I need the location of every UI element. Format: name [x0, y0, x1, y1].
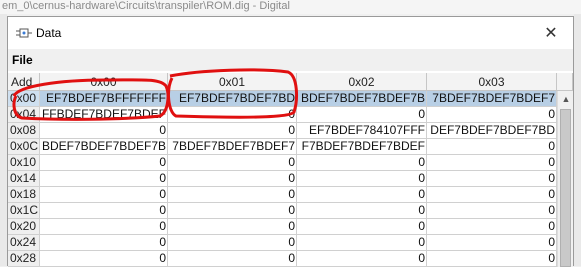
table-row[interactable]: 0x14 0 0 0 0 [8, 171, 557, 187]
row-address: 0x18 [8, 187, 40, 203]
data-cell[interactable]: BDEF7BDEF7BDEF7B [40, 139, 168, 155]
table-row[interactable]: 0x08 0 0 EF7BDEF784107FFF DEF7BDEF7BDEF7BD [8, 123, 557, 139]
data-cell[interactable]: 0 [40, 235, 168, 251]
row-address: 0x00 [8, 91, 40, 107]
data-cell[interactable]: 0 [168, 155, 297, 171]
column-header-corner [557, 73, 573, 91]
data-cell[interactable]: 0 [40, 155, 168, 171]
table-row[interactable]: 0x00 EF7BDEF7BFFFFFFF EF7BDEF7BDEF7BD BDEF7… [8, 91, 557, 107]
data-cell[interactable]: F7BDEF7BDEF7BDEF [297, 139, 427, 155]
window-title: Data [36, 26, 62, 40]
data-cell[interactable]: 0 [40, 251, 168, 267]
row-address: 0x0C [8, 139, 40, 155]
data-cell[interactable]: 0 [427, 155, 557, 171]
row-address: 0x24 [8, 235, 40, 251]
column-header-address[interactable]: Add [8, 73, 40, 91]
data-cell[interactable]: 0 [297, 203, 427, 219]
data-cell[interactable]: 0 [168, 171, 297, 187]
data-cell[interactable]: 0 [427, 203, 557, 219]
data-cell[interactable]: 0 [427, 107, 557, 123]
data-cell[interactable]: 0 [297, 171, 427, 187]
row-address: 0x1C [8, 203, 40, 219]
column-header-0x03[interactable]: 0x03 [427, 73, 557, 91]
table-row[interactable]: 0x20 0 0 0 0 [8, 219, 557, 235]
data-cell[interactable]: EF7BDEF7BDEF7BD [168, 91, 297, 107]
data-cell[interactable]: 0 [297, 155, 427, 171]
background-app-left-edge [0, 14, 7, 266]
data-cell[interactable]: 0 [40, 203, 168, 219]
row-address: 0x08 [8, 123, 40, 139]
row-address: 0x10 [8, 155, 40, 171]
data-cell[interactable]: EF7BDEF784107FFF [297, 123, 427, 139]
data-cell[interactable]: 0 [168, 203, 297, 219]
title-bar[interactable]: Data ✕ [8, 17, 573, 49]
table-row[interactable]: 0x04 FFBDEF7BDEF7BDEF 0 0 0 [8, 107, 557, 123]
close-button[interactable]: ✕ [529, 17, 573, 49]
data-cell[interactable]: 0 [168, 235, 297, 251]
scroll-up-arrow-icon[interactable]: ▲ [558, 91, 573, 107]
column-header-0x01[interactable]: 0x01 [168, 73, 297, 91]
data-cell[interactable]: 0 [40, 187, 168, 203]
scrollbar-thumb[interactable] [560, 109, 571, 267]
data-cell[interactable]: 7BDEF7BDEF7BDEF7 [427, 91, 557, 107]
table-row[interactable]: 0x0C BDEF7BDEF7BDEF7B 7BDEF7BDEF7BDEF7 F7BD… [8, 139, 557, 155]
data-cell[interactable]: 0 [297, 107, 427, 123]
data-cell[interactable]: 0 [168, 107, 297, 123]
data-table: Add 0x00 0x01 0x02 0x03 0x00 EF7BDEF7BFFF… [8, 73, 573, 267]
table-row[interactable]: 0x1C 0 0 0 0 [8, 203, 557, 219]
data-cell[interactable]: EF7BDEF7BFFFFFFF [40, 91, 168, 107]
table-header: Add 0x00 0x01 0x02 0x03 [8, 73, 573, 91]
close-icon: ✕ [544, 25, 558, 42]
data-cell[interactable]: 0 [297, 235, 427, 251]
data-cell[interactable]: BDEF7BDEF7BDEF7B [297, 91, 427, 107]
data-cell[interactable]: 0 [297, 251, 427, 267]
data-cell[interactable]: 0 [40, 171, 168, 187]
table-row[interactable]: 0x10 0 0 0 0 [8, 155, 557, 171]
digital-app-icon [16, 28, 32, 38]
table-row[interactable]: 0x18 0 0 0 0 [8, 187, 557, 203]
menu-file[interactable]: File [12, 53, 33, 67]
data-cell[interactable]: FFBDEF7BDEF7BDEF [40, 107, 168, 123]
data-cell[interactable]: 0 [427, 235, 557, 251]
data-cell[interactable]: 0 [168, 251, 297, 267]
data-cell[interactable]: 0 [427, 139, 557, 155]
vertical-scrollbar[interactable]: ▲ [557, 91, 573, 267]
data-cell[interactable]: 7BDEF7BDEF7BDEF7 [168, 139, 297, 155]
row-address: 0x14 [8, 171, 40, 187]
data-cell[interactable]: 0 [40, 219, 168, 235]
background-app-title: em_0\cernus-hardware\Circuits\transpiler… [0, 0, 581, 14]
row-address: 0x04 [8, 107, 40, 123]
data-cell[interactable]: 0 [168, 219, 297, 235]
row-address: 0x28 [8, 251, 40, 267]
data-cell[interactable]: 0 [427, 251, 557, 267]
data-cell[interactable]: 0 [427, 187, 557, 203]
background-app-right-edge [574, 14, 581, 266]
data-cell[interactable]: 0 [40, 123, 168, 139]
data-cell[interactable]: 0 [168, 123, 297, 139]
row-address: 0x20 [8, 219, 40, 235]
data-cell[interactable]: 0 [297, 187, 427, 203]
menu-bar: File [8, 49, 573, 71]
data-cell[interactable]: 0 [427, 219, 557, 235]
data-cell[interactable]: 0 [427, 171, 557, 187]
data-dialog: Data ✕ File Add 0x00 0x01 0x02 0x03 0x00… [7, 16, 574, 267]
column-header-0x00[interactable]: 0x00 [40, 73, 168, 91]
data-cell[interactable]: 0 [297, 219, 427, 235]
data-cell[interactable]: DEF7BDEF7BDEF7BD [427, 123, 557, 139]
column-header-0x02[interactable]: 0x02 [297, 73, 427, 91]
table-row[interactable]: 0x28 0 0 0 0 [8, 251, 557, 267]
table-row[interactable]: 0x24 0 0 0 0 [8, 235, 557, 251]
data-cell[interactable]: 0 [168, 187, 297, 203]
